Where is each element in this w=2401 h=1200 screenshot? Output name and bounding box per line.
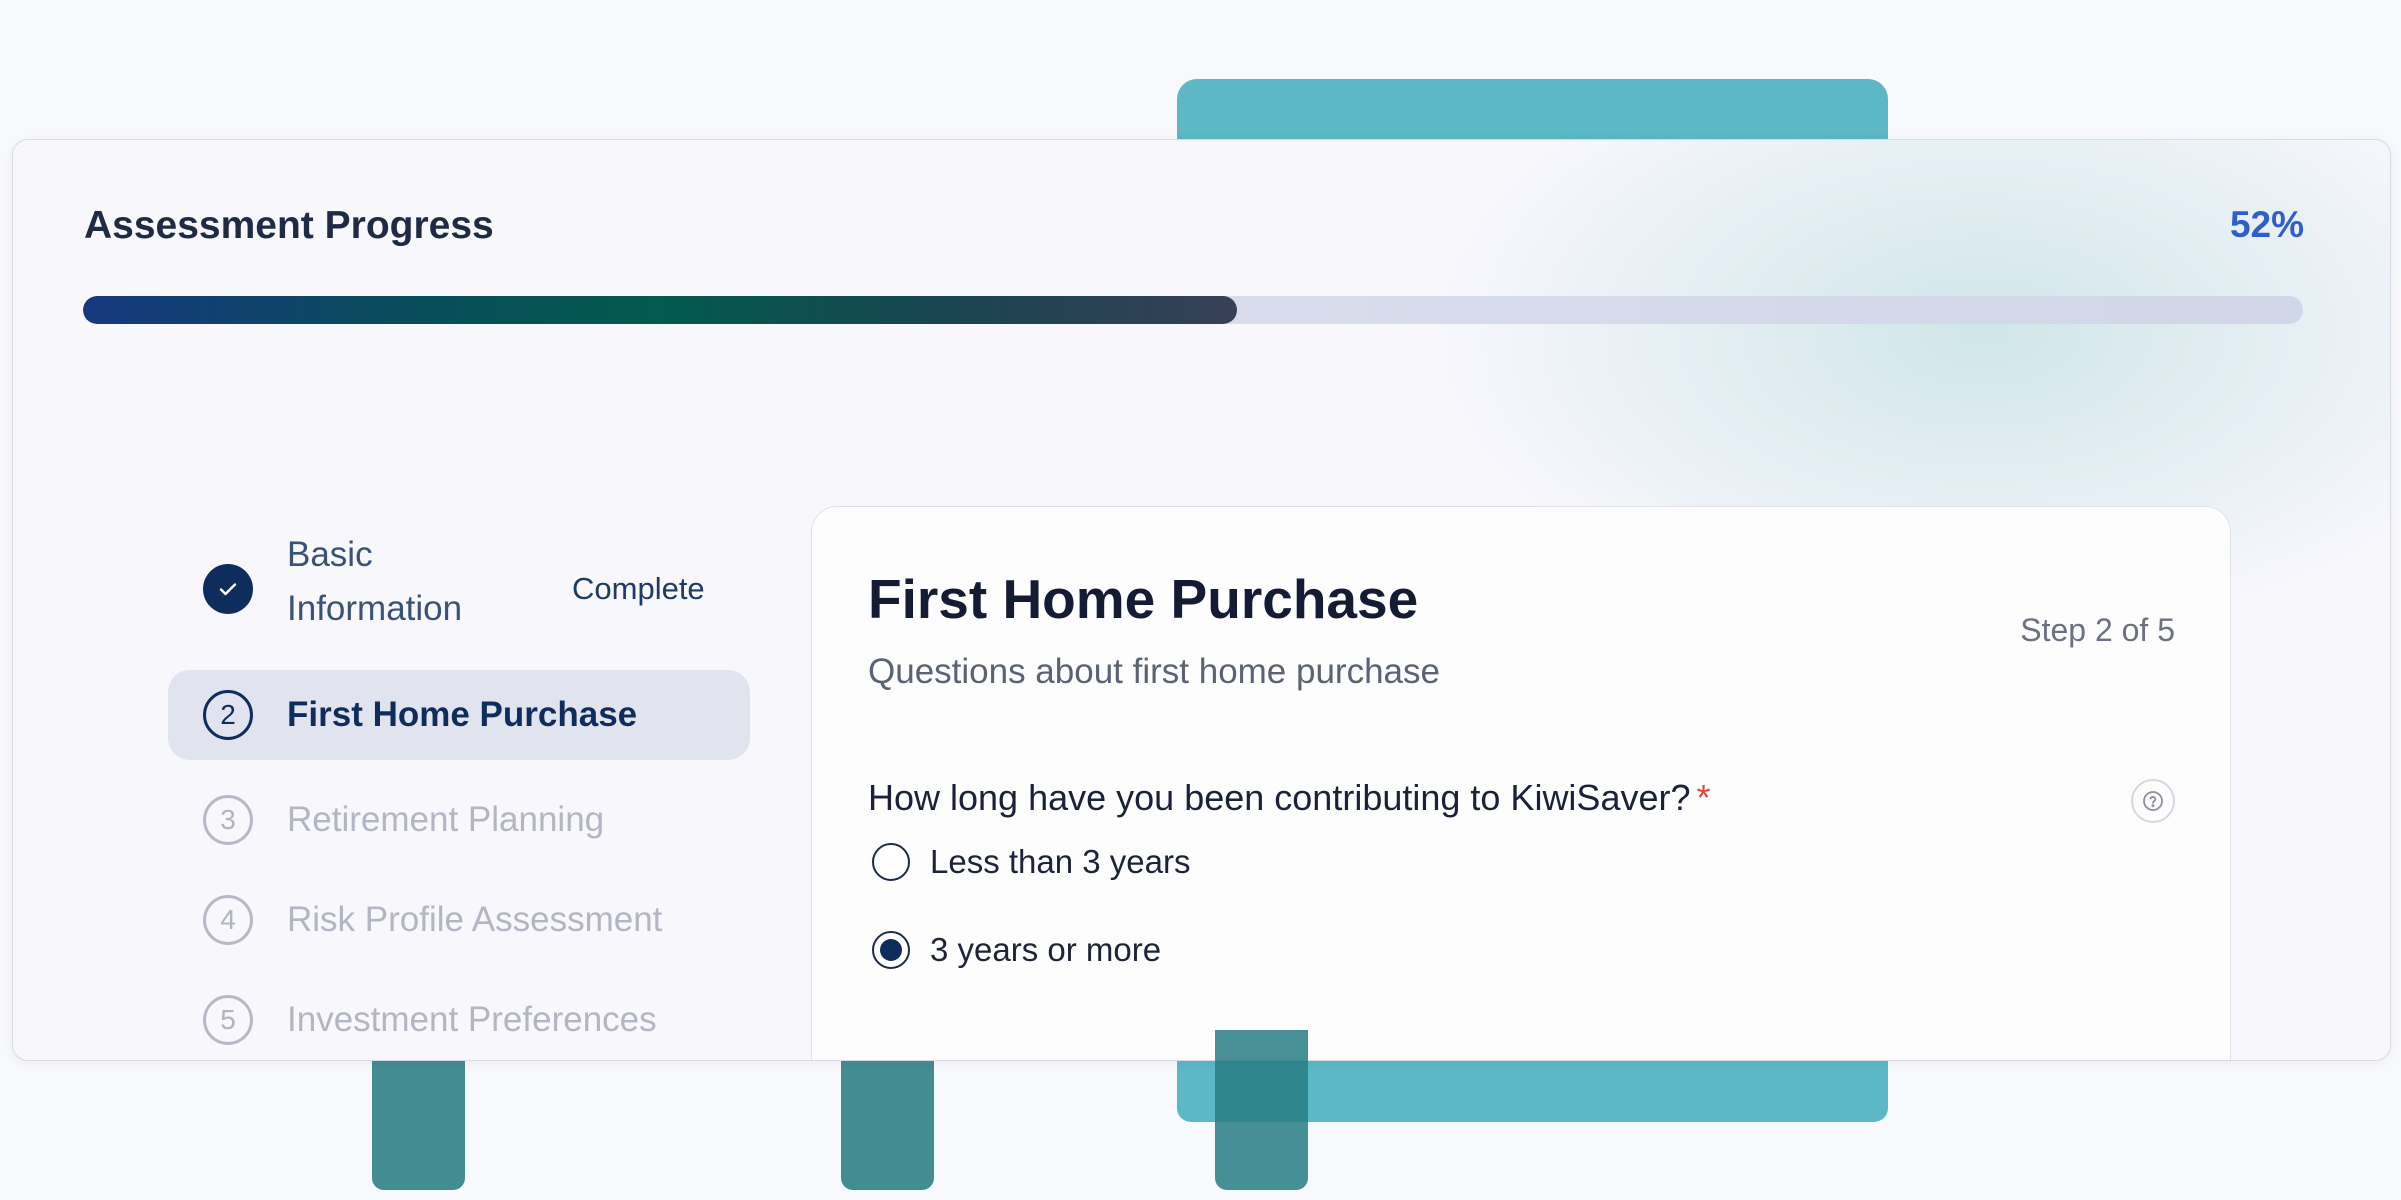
- assessment-card: Assessment Progress 52% Basic Informatio…: [12, 139, 2391, 1061]
- progress-percent: 52%: [2229, 204, 2304, 245]
- question-text: How long have you been contributing to K…: [868, 777, 1691, 818]
- help-circle-icon[interactable]: [2131, 779, 2175, 823]
- radio-selected-dot: [880, 939, 902, 961]
- radio-button[interactable]: [872, 843, 910, 881]
- decorative-bar: [1215, 1030, 1308, 1190]
- step-label: Investment Preferences: [287, 1000, 657, 1039]
- panel-title: First Home Purchase: [868, 568, 1419, 630]
- progress-bar-fill: [83, 296, 1238, 324]
- step-number: 5: [203, 995, 253, 1045]
- step-number: 4: [203, 895, 253, 945]
- step-label: First Home Purchase: [287, 695, 638, 734]
- radio-label: Less than 3 years: [930, 843, 1191, 880]
- progress-title: Assessment Progress: [84, 204, 494, 247]
- panel-subtitle: Questions about first home purchase: [868, 652, 1440, 691]
- step-first-home-purchase[interactable]: 2 First Home Purchase: [168, 670, 750, 760]
- radio-option-3-years-or-more[interactable]: 3 years or more: [872, 931, 1161, 969]
- radio-label: 3 years or more: [930, 931, 1162, 968]
- radio-button-selected[interactable]: [872, 931, 910, 969]
- step-basic-information[interactable]: Basic Information Complete: [155, 520, 739, 660]
- required-marker: *: [1696, 777, 1711, 818]
- step-number: 2: [203, 690, 253, 740]
- step-number: 3: [203, 795, 253, 845]
- step-risk-profile-assessment[interactable]: 4 Risk Profile Assessment: [155, 875, 739, 965]
- step-retirement-planning[interactable]: 3 Retirement Planning: [155, 775, 739, 865]
- step-indicator: Step 2 of 5: [2020, 612, 2175, 648]
- step-label: Basic Information: [287, 535, 463, 628]
- radio-option-less-than-3-years[interactable]: Less than 3 years: [872, 843, 1191, 881]
- progress-bar: [83, 296, 2303, 324]
- question-panel: First Home Purchase Step 2 of 5 Question…: [811, 506, 2231, 1060]
- question-label: How long have you been contributing to K…: [868, 777, 1711, 819]
- step-investment-preferences[interactable]: 5 Investment Preferences: [155, 975, 739, 1060]
- check-icon: [203, 564, 253, 614]
- step-label: Risk Profile Assessment: [287, 900, 663, 939]
- step-label: Retirement Planning: [287, 800, 605, 839]
- step-status-badge: Complete: [572, 571, 705, 606]
- page: Assessment Progress 52% Basic Informatio…: [0, 0, 2401, 1200]
